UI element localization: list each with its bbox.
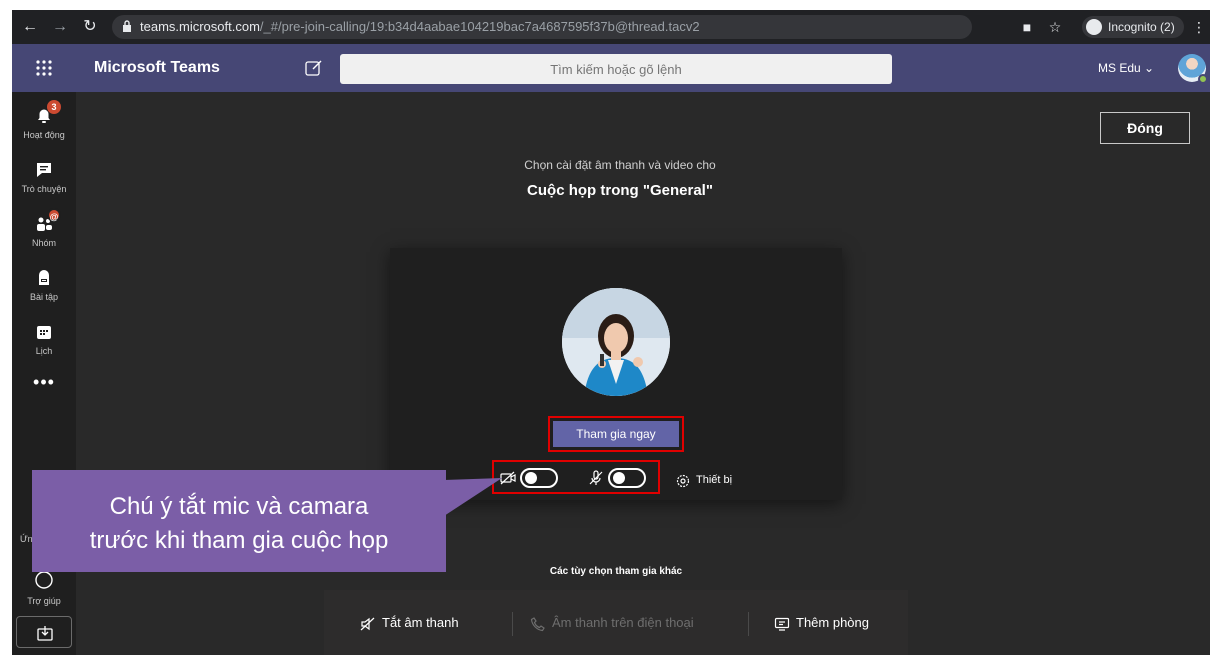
callout-text: Chú ý tắt mic và camara trước khi tham g… bbox=[32, 490, 446, 558]
chat-icon bbox=[37, 163, 51, 177]
rail-item-label: Trợ giúp bbox=[27, 596, 61, 606]
search-input[interactable] bbox=[340, 54, 892, 84]
incognito-icon bbox=[1086, 19, 1102, 35]
mention-badge: @ bbox=[47, 208, 61, 222]
rail-apps-label[interactable]: Ứn bbox=[20, 534, 33, 544]
avatar[interactable] bbox=[1178, 54, 1208, 84]
rail-item-label: Hoạt động bbox=[23, 130, 65, 140]
address-bar[interactable]: teams.microsoft.com/_#/pre-join-calling/… bbox=[112, 15, 972, 39]
download-app-button[interactable] bbox=[16, 616, 72, 648]
user-avatar-large bbox=[562, 288, 670, 396]
rail-item-label: Lịch bbox=[35, 346, 53, 356]
more-apps-icon[interactable]: ••• bbox=[12, 372, 76, 393]
incognito-label: Incognito (2) bbox=[1108, 20, 1175, 34]
media-toggles-highlight bbox=[492, 460, 660, 494]
url-path: /_#/pre-join-calling/19:b34d4aabae104219… bbox=[259, 19, 700, 34]
rail-item-help[interactable]: Trợ giúp bbox=[12, 566, 76, 616]
url-host: teams.microsoft.com bbox=[140, 19, 260, 34]
page-title: Cuộc họp trong "General" bbox=[527, 182, 713, 199]
rail-item-teams[interactable]: @ Nhóm bbox=[12, 208, 76, 258]
mic-off-icon bbox=[589, 470, 603, 485]
url-text: teams.microsoft.com/_#/pre-join-calling/… bbox=[140, 15, 700, 39]
callout-line-2: trước khi tham gia cuộc họp bbox=[89, 527, 389, 554]
other-options-bar: Tắt âm thanh Âm thanh trên điện thoại Th… bbox=[324, 590, 908, 655]
speaker-off-icon bbox=[360, 617, 375, 631]
compose-icon[interactable] bbox=[304, 58, 324, 78]
user-menu[interactable]: MS Edu ⌄ bbox=[1098, 44, 1154, 92]
rail-item-calendar[interactable]: Lịch bbox=[12, 316, 76, 366]
backpack-icon bbox=[39, 270, 49, 285]
rail-item-chat[interactable]: Trò chuyện bbox=[12, 154, 76, 204]
back-arrow-icon[interactable]: ← bbox=[20, 17, 40, 37]
close-button[interactable]: Đóng bbox=[1100, 112, 1190, 144]
reload-icon[interactable]: ↻ bbox=[80, 17, 100, 37]
kebab-menu-icon[interactable]: ⋮ bbox=[1190, 18, 1208, 36]
toggle-knob bbox=[613, 472, 625, 484]
video-preview-panel: Tham gia ngay Thiết bị bbox=[390, 248, 842, 500]
camera-indicator-icon[interactable]: ■ bbox=[1018, 18, 1036, 36]
activity-badge: 3 bbox=[47, 100, 61, 114]
rail-item-activity[interactable]: 3 Hoạt động bbox=[12, 100, 76, 150]
person-photo-icon bbox=[562, 288, 670, 396]
callout-pointer bbox=[444, 478, 502, 516]
mute-audio-option[interactable]: Tắt âm thanh bbox=[360, 590, 459, 655]
join-now-button[interactable]: Tham gia ngay bbox=[553, 421, 679, 447]
annotation-callout: Chú ý tắt mic và camara trước khi tham g… bbox=[32, 470, 446, 572]
camera-toggle[interactable] bbox=[520, 468, 558, 488]
join-button-highlight: Tham gia ngay bbox=[548, 416, 684, 452]
divider bbox=[512, 612, 513, 636]
screenshot-frame: ← → ↻ teams.microsoft.com/_#/pre-join-ca… bbox=[12, 10, 1210, 655]
add-room-label: Thêm phòng bbox=[796, 615, 869, 630]
rail-item-label: Nhóm bbox=[31, 238, 56, 248]
device-settings-link[interactable]: Thiết bị bbox=[696, 474, 732, 486]
teams-header: Microsoft Teams MS Edu ⌄ bbox=[12, 44, 1210, 92]
app-name: Microsoft Teams bbox=[94, 59, 220, 76]
presence-indicator-icon bbox=[1198, 74, 1208, 84]
phone-audio-label: Âm thanh trên điện thoại bbox=[552, 615, 694, 630]
help-icon bbox=[35, 571, 53, 589]
callout-line-1: Chú ý tắt mic và camara bbox=[109, 493, 369, 520]
mic-toggle[interactable] bbox=[608, 468, 646, 488]
room-display-icon bbox=[774, 617, 790, 631]
lock-icon bbox=[123, 20, 131, 32]
rail-item-label: Bài tập bbox=[29, 292, 59, 302]
browser-toolbar: ← → ↻ teams.microsoft.com/_#/pre-join-ca… bbox=[12, 10, 1210, 44]
forward-arrow-icon[interactable]: → bbox=[50, 17, 70, 37]
mute-audio-label: Tắt âm thanh bbox=[382, 615, 459, 630]
app-launcher-icon[interactable] bbox=[32, 56, 56, 80]
divider bbox=[748, 612, 749, 636]
gear-icon[interactable] bbox=[676, 474, 690, 488]
phone-audio-option[interactable]: Âm thanh trên điện thoại bbox=[530, 590, 694, 655]
page-subtitle: Chọn cài đặt âm thanh và video cho bbox=[524, 158, 716, 172]
other-options-heading: Các tùy chọn tham gia khác bbox=[549, 566, 683, 577]
add-room-option[interactable]: Thêm phòng bbox=[774, 590, 869, 655]
rail-item-label: Trò chuyện bbox=[21, 184, 67, 194]
calendar-icon bbox=[37, 326, 51, 339]
star-bookmark-icon[interactable]: ☆ bbox=[1046, 18, 1064, 36]
rail-item-assignments[interactable]: Bài tập bbox=[12, 262, 76, 312]
toggle-knob bbox=[525, 472, 537, 484]
incognito-badge[interactable]: Incognito (2) bbox=[1082, 16, 1184, 38]
phone-icon bbox=[530, 616, 545, 631]
download-icon bbox=[37, 626, 53, 641]
